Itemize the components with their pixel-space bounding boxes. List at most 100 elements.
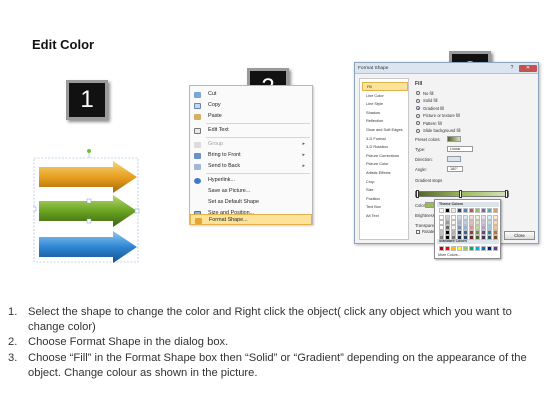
theme-color-swatch[interactable] [457,220,462,225]
nav-artistic-effects[interactable]: Artistic Effects [362,169,408,178]
theme-color-swatch[interactable] [457,215,462,220]
nav-alt-text[interactable]: Alt Text [362,212,408,221]
theme-color-swatch[interactable] [469,208,474,213]
standard-color-swatch[interactable] [493,246,498,251]
nav-picture-color[interactable]: Picture Color [362,160,408,169]
theme-color-swatch[interactable] [493,235,498,240]
radio-pattern-fill[interactable] [416,121,420,125]
theme-color-swatch[interactable] [481,208,486,213]
theme-color-swatch[interactable] [475,235,480,240]
theme-color-swatch[interactable] [457,235,462,240]
nav-crop[interactable]: Crop [362,178,408,187]
theme-color-swatch[interactable] [487,225,492,230]
theme-color-swatch[interactable] [463,215,468,220]
nav-text-box[interactable]: Text Box [362,203,408,212]
theme-color-swatch[interactable] [469,220,474,225]
theme-color-swatch[interactable] [487,215,492,220]
theme-color-swatch[interactable] [493,215,498,220]
menu-item-format-shape[interactable]: Format Shape... [190,214,312,225]
theme-color-swatch[interactable] [493,230,498,235]
theme-color-swatch[interactable] [475,220,480,225]
nav-size[interactable]: Size [362,186,408,195]
theme-color-swatch[interactable] [445,220,450,225]
theme-color-swatch[interactable] [487,235,492,240]
radio-picture-texture-fill[interactable] [416,113,420,118]
theme-color-swatch[interactable] [487,208,492,213]
theme-color-swatch[interactable] [445,235,450,240]
theme-color-swatch[interactable] [439,220,444,225]
theme-color-swatch[interactable] [463,220,468,225]
standard-color-swatch[interactable] [469,246,474,251]
nav-fill[interactable]: Fill [362,82,408,91]
theme-color-swatch[interactable] [439,230,444,235]
theme-color-swatch[interactable] [457,225,462,230]
theme-color-swatch[interactable] [493,208,498,213]
radio-gradient-fill[interactable] [416,106,420,110]
standard-color-swatch[interactable] [457,246,462,251]
theme-color-swatch[interactable] [451,215,456,220]
theme-color-swatch[interactable] [463,235,468,240]
theme-color-swatch[interactable] [481,235,486,240]
help-icon[interactable]: ? [507,65,517,72]
standard-color-swatch[interactable] [451,246,456,251]
theme-color-swatch[interactable] [457,208,462,213]
standard-color-swatch[interactable] [463,246,468,251]
direction-dropdown[interactable] [447,156,461,162]
nav-line-style[interactable]: Line Style [362,100,408,109]
menu-item-cut[interactable]: Cut [190,89,312,100]
theme-color-swatch[interactable] [475,230,480,235]
theme-color-swatch[interactable] [475,215,480,220]
standard-color-swatch[interactable] [439,246,444,251]
menu-item-group[interactable]: Group ▸ [190,139,312,150]
theme-color-swatch[interactable] [469,225,474,230]
menu-item-save-as-picture[interactable]: Save as Picture... [190,186,312,197]
theme-color-swatch[interactable] [469,215,474,220]
nav-reflection[interactable]: Reflection [362,117,408,126]
close-icon[interactable]: ✕ [519,65,537,72]
theme-color-swatch[interactable] [481,225,486,230]
theme-color-swatch[interactable] [451,208,456,213]
preset-colors-dropdown[interactable] [447,136,461,142]
menu-item-edit-text[interactable]: Edit Text [190,125,312,136]
more-colors-button[interactable]: More Colors... [438,253,461,257]
theme-color-swatch[interactable] [445,215,450,220]
theme-color-swatch[interactable] [481,220,486,225]
theme-color-swatch[interactable] [487,230,492,235]
nav-line-color[interactable]: Line Color [362,92,408,101]
theme-color-swatch[interactable] [439,215,444,220]
theme-color-swatch[interactable] [469,230,474,235]
theme-color-swatch[interactable] [451,235,456,240]
rotate-checkbox[interactable] [416,230,420,234]
radio-solid-fill[interactable] [416,98,420,103]
standard-color-swatch[interactable] [487,246,492,251]
theme-color-swatch[interactable] [463,208,468,213]
nav-position[interactable]: Position [362,195,408,204]
standard-color-swatch[interactable] [445,246,450,251]
type-dropdown[interactable]: Linear [447,146,473,152]
gradient-stops-bar[interactable] [415,191,509,197]
angle-input[interactable]: 180° [447,166,463,172]
theme-color-swatch[interactable] [463,225,468,230]
menu-item-hyperlink[interactable]: Hyperlink... [190,175,312,186]
radio-slide-background-fill[interactable] [416,128,420,133]
nav-shadow[interactable]: Shadow [362,109,408,118]
theme-color-swatch[interactable] [439,225,444,230]
menu-item-paste[interactable]: Paste [190,111,312,122]
theme-color-swatch[interactable] [469,235,474,240]
theme-color-swatch[interactable] [481,230,486,235]
theme-color-swatch[interactable] [475,208,480,213]
nav-3d-format[interactable]: 3-D Format [362,135,408,144]
theme-color-swatch[interactable] [439,208,444,213]
menu-item-copy[interactable]: Copy [190,100,312,111]
nav-3d-rotation[interactable]: 3-D Rotation [362,143,408,152]
theme-color-swatch[interactable] [493,220,498,225]
theme-color-swatch[interactable] [493,225,498,230]
theme-color-swatch[interactable] [463,230,468,235]
nav-glow-soft-edges[interactable]: Glow and Soft Edges [362,126,408,135]
theme-color-swatch[interactable] [475,225,480,230]
theme-color-swatch[interactable] [457,230,462,235]
gradient-stop-handle[interactable] [505,190,508,198]
theme-color-swatch[interactable] [451,225,456,230]
gradient-stop-handle[interactable] [459,190,462,198]
theme-color-swatch[interactable] [487,220,492,225]
